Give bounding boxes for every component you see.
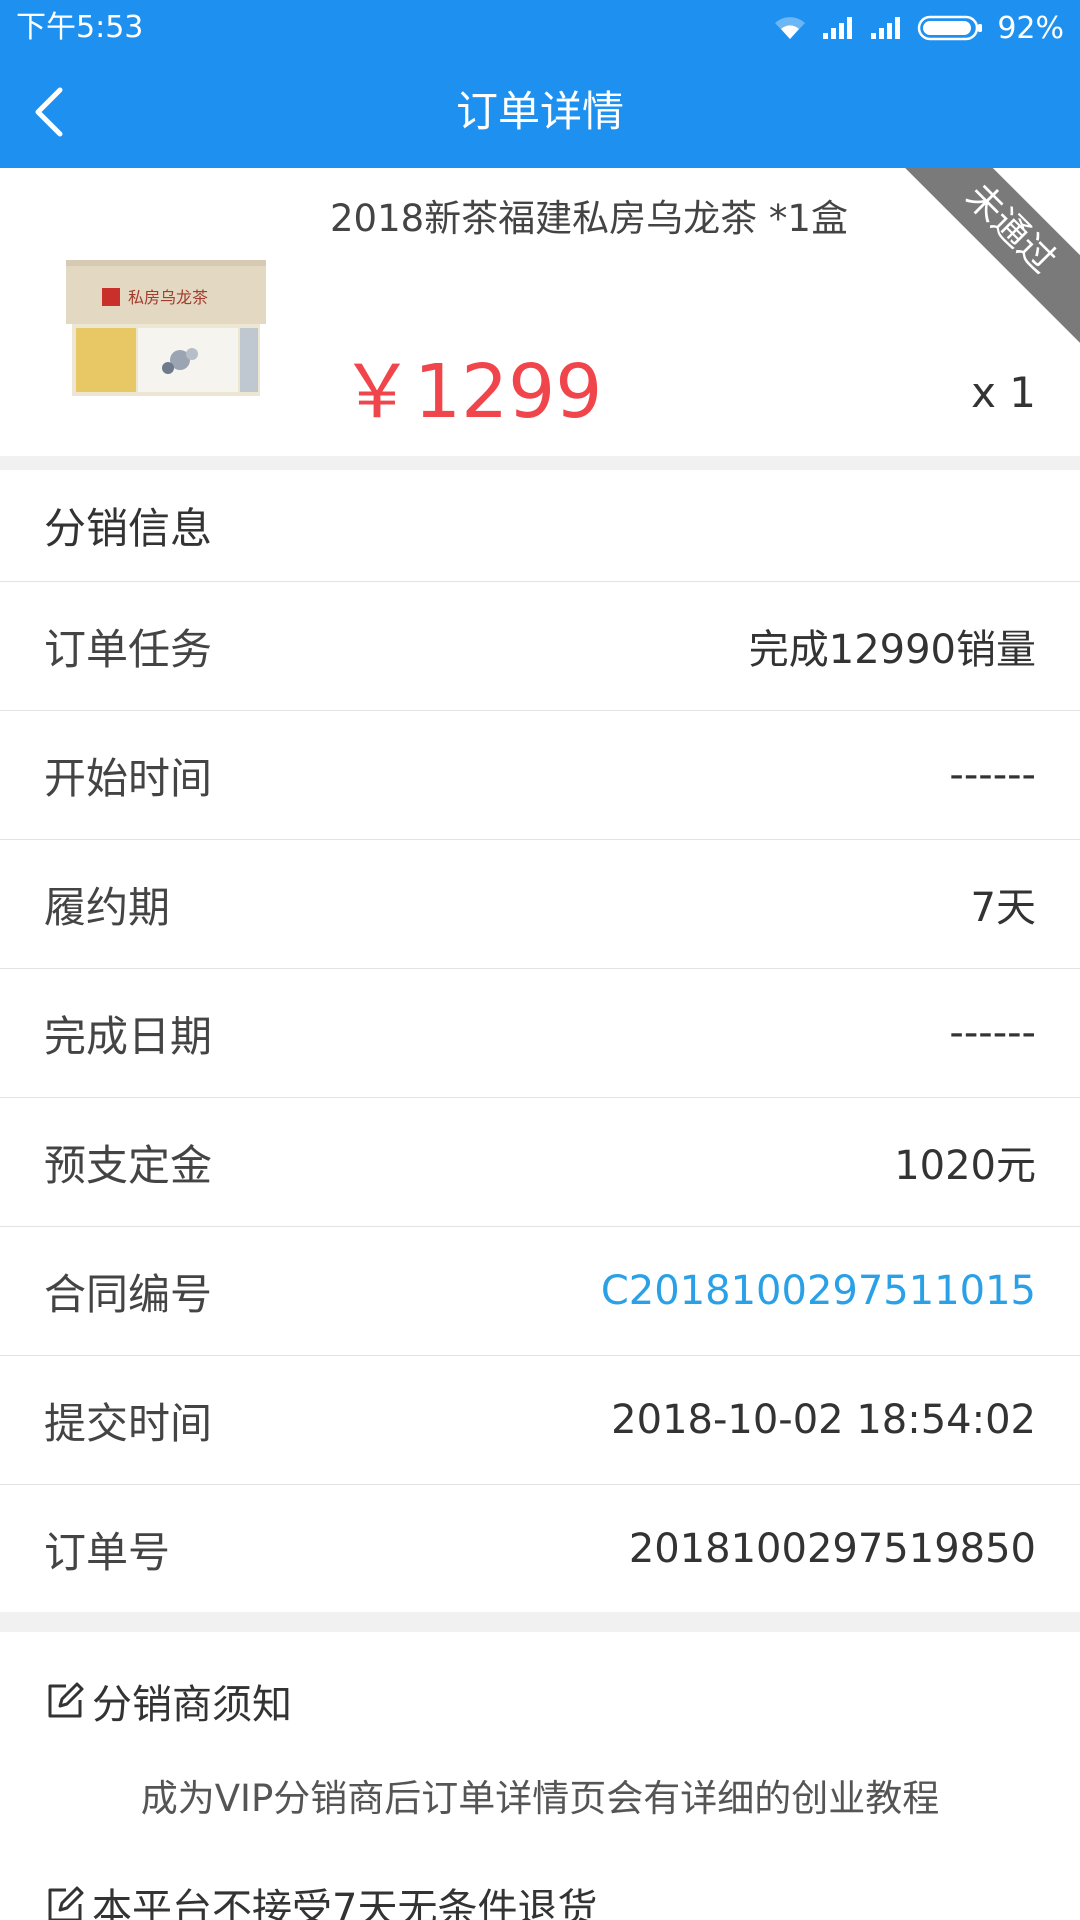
notice-title: 分销商须知 [44,1672,292,1730]
info-value: 2018100297519850 [628,1526,1036,1572]
contract-number-link[interactable]: C2018100297511015 [601,1268,1036,1314]
battery-icon [917,14,983,42]
product-card[interactable]: 私房乌龙茶 2018新茶福建私房乌龙茶 *1盒 ￥1299 x 1 未通过 [0,168,1080,456]
notice-title: 本平台不接受7天无条件退货 [44,1876,597,1920]
info-row-contract[interactable]: 合同编号 C2018100297511015 [0,1227,1080,1356]
info-value: 2018-10-02 18:54:02 [611,1397,1036,1443]
info-row-period: 履约期 7天 [0,840,1080,969]
status-icons: 92% [773,10,1064,46]
info-label: 合同编号 [44,1269,213,1319]
notice-text: 成为VIP分销商后订单详情页会有详细的创业教程 [140,1777,940,1820]
info-row-submit-time: 提交时间 2018-10-02 18:54:02 [0,1356,1080,1485]
info-row-completion-date: 完成日期 ------ [0,969,1080,1098]
notice-title-text: 本平台不接受7天无条件退货 [92,1886,598,1920]
svg-text:私房乌龙茶: 私房乌龙茶 [128,288,208,307]
info-label: 履约期 [44,882,171,932]
info-row-task: 订单任务 完成12990销量 [0,582,1080,711]
info-value: ------ [949,1010,1036,1056]
wifi-icon [773,15,807,41]
product-name: 2018新茶福建私房乌龙茶 *1盒 [330,197,848,240]
info-row-order-number: 订单号 2018100297519850 [0,1485,1080,1614]
status-ribbon: 未通过 [889,168,1080,350]
info-value: 完成12990销量 [748,627,1036,673]
notice-section: 分销商须知 成为VIP分销商后订单详情页会有详细的创业教程 本平台不接受7天无条… [0,1632,1080,1920]
distribution-info: 分销信息 订单任务 完成12990销量 开始时间 ------ 履约期 7天 完… [0,470,1080,1614]
product-image: 私房乌龙茶 [62,258,270,398]
info-row-start-time: 开始时间 ------ [0,711,1080,840]
info-value: ------ [949,752,1036,798]
info-row-deposit: 预支定金 1020元 [0,1098,1080,1227]
section-divider [0,456,1080,470]
battery-percent: 92% [997,10,1064,46]
product-quantity: x 1 [971,368,1036,417]
signal-icon [869,15,903,41]
info-value: 7天 [970,885,1036,931]
section-divider [0,1612,1080,1632]
edit-icon [48,1886,84,1920]
info-label: 订单任务 [44,624,213,674]
status-time: 下午5:53 [16,10,144,45]
section-title: 分销信息 [0,470,1080,582]
info-label: 完成日期 [44,1011,213,1061]
notice-title-text: 分销商须知 [92,1682,292,1728]
product-price: ￥1299 [340,349,603,435]
page-title: 订单详情 [455,87,624,136]
info-value: 1020元 [894,1143,1036,1189]
info-label: 提交时间 [44,1398,213,1448]
status-bar: 下午5:53 92% [0,0,1080,56]
info-label: 预支定金 [44,1140,213,1190]
info-label: 开始时间 [44,753,213,803]
info-label: 订单号 [44,1527,171,1577]
app-bar: 订单详情 [0,56,1080,168]
edit-icon [48,1682,84,1718]
signal-icon [821,15,855,41]
